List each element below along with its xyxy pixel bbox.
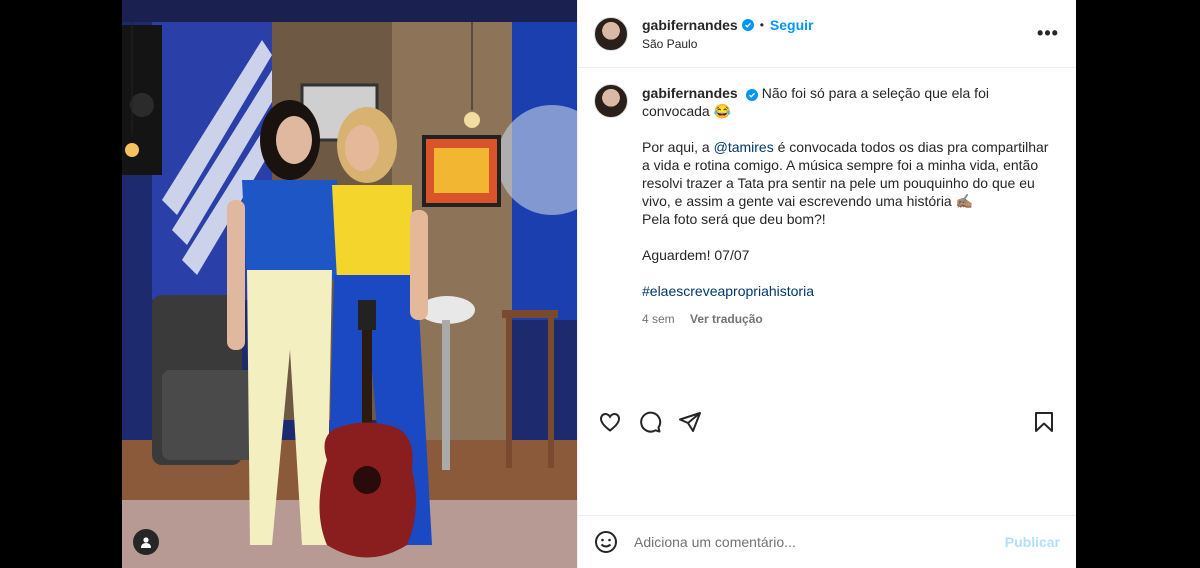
comment-bar: Publicar	[578, 516, 1076, 568]
verified-badge-icon	[741, 18, 754, 31]
share-icon[interactable]	[670, 402, 710, 442]
publish-button[interactable]: Publicar	[1005, 534, 1060, 550]
post-location[interactable]: São Paulo	[642, 37, 813, 51]
user-tag-icon	[140, 536, 152, 548]
post-header: gabifernandes • Seguir São Paulo •••	[578, 0, 1076, 68]
action-bar	[578, 399, 1076, 445]
comment-icon[interactable]	[630, 402, 670, 442]
caption-paragraph-3: Aguardem! 07/07	[642, 247, 750, 263]
post-photo[interactable]	[122, 0, 577, 568]
author-info: gabifernandes • Seguir São Paulo	[642, 17, 813, 51]
post-time[interactable]: 4 sem	[642, 312, 675, 326]
user-tag-button[interactable]	[133, 529, 159, 555]
author-avatar[interactable]	[594, 16, 628, 51]
post-modal: gabifernandes • Seguir São Paulo ••• gab…	[122, 0, 1076, 568]
follow-button[interactable]: Seguir	[770, 17, 814, 33]
caption: gabifernandes Não foi só para a seleção …	[594, 84, 1060, 328]
caption-username[interactable]: gabifernandes	[642, 85, 738, 101]
caption-meta: 4 sem Ver tradução	[642, 310, 1060, 328]
caption-paragraph-2: Por aqui, a @tamires é convocada todos o…	[642, 138, 1060, 228]
emoji-icon[interactable]	[594, 530, 618, 554]
photo-illustration	[122, 0, 577, 568]
comment-input[interactable]	[632, 533, 1005, 551]
translate-link[interactable]: Ver tradução	[690, 312, 763, 326]
caption-avatar[interactable]	[594, 84, 628, 118]
likes-area	[578, 445, 1076, 516]
heart-icon[interactable]	[590, 402, 630, 442]
separator: •	[759, 17, 764, 32]
post-panel: gabifernandes • Seguir São Paulo ••• gab…	[577, 0, 1076, 568]
mention-link[interactable]: @tamires	[714, 139, 774, 155]
author-username[interactable]: gabifernandes	[642, 17, 738, 33]
hashtag-link[interactable]: #elaescreveapropriahistoria	[642, 283, 814, 299]
more-options-icon[interactable]: •••	[1036, 22, 1060, 46]
caption-p2-last: Pela foto será que deu bom?!	[642, 211, 826, 227]
bookmark-icon[interactable]	[1024, 402, 1064, 442]
verified-badge-icon	[745, 89, 758, 101]
caption-hashtag-row: #elaescreveapropriahistoria	[642, 282, 1060, 300]
caption-text: gabifernandes Não foi só para a seleção …	[642, 84, 1060, 328]
caption-area: gabifernandes Não foi só para a seleção …	[578, 68, 1076, 399]
caption-p2-before: Por aqui, a	[642, 139, 714, 155]
